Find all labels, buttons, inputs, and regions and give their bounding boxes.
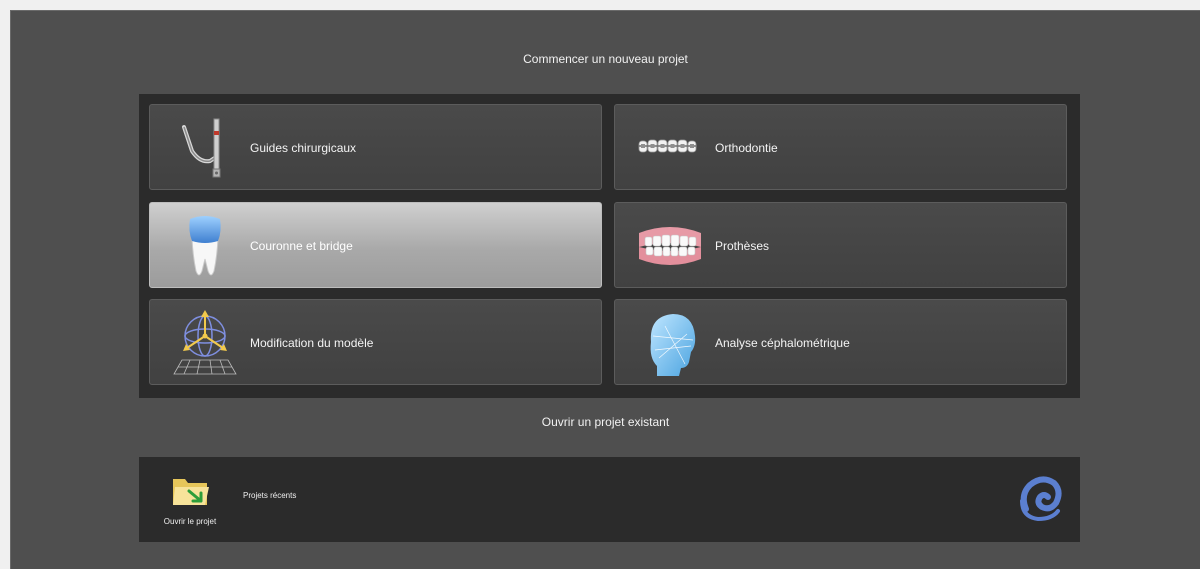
app-window: Commencer un nouveau projet Guides chiru… xyxy=(10,10,1200,569)
cephalometric-head-icon xyxy=(650,314,696,376)
tile-orthodontics-label: Orthodontie xyxy=(715,141,778,155)
tile-model-modification[interactable]: Modification du modèle xyxy=(149,299,602,385)
brand-logo-icon xyxy=(1020,476,1062,522)
tile-model-modification-label: Modification du modèle xyxy=(250,336,374,350)
tile-cephalometric[interactable]: Analyse céphalométrique xyxy=(614,299,1067,385)
folder-open-icon xyxy=(173,479,209,505)
crown-tooth-icon xyxy=(189,216,221,276)
tile-surgical-guides-label: Guides chirurgicaux xyxy=(250,141,357,155)
surgical-guide-icon xyxy=(182,118,221,178)
tile-cephalometric-label: Analyse céphalométrique xyxy=(715,336,850,350)
open-project-label: Ouvrir le projet xyxy=(163,517,217,526)
new-project-panel: Guides chirurgicaux Orthodontie Couronne… xyxy=(139,94,1080,398)
open-project-button[interactable]: Ouvrir le projet xyxy=(153,469,227,533)
tile-prostheses-label: Prothèses xyxy=(715,239,770,253)
tile-prostheses[interactable]: Prothèses xyxy=(614,202,1067,288)
denture-icon xyxy=(639,227,701,265)
open-project-title: Ouvrir un projet existant xyxy=(541,415,670,429)
braces-icon xyxy=(638,139,697,153)
tile-crown-bridge[interactable]: Couronne et bridge xyxy=(149,202,602,288)
model-transform-icon xyxy=(173,310,237,375)
recent-projects-label: Projets récents xyxy=(243,491,297,500)
tile-crown-bridge-label: Couronne et bridge xyxy=(250,239,353,253)
open-project-panel: Ouvrir le projet Projets récents xyxy=(139,457,1080,542)
tile-surgical-guides[interactable]: Guides chirurgicaux xyxy=(149,104,602,190)
tile-orthodontics[interactable]: Orthodontie xyxy=(614,104,1067,190)
new-project-title: Commencer un nouveau projet xyxy=(523,52,688,66)
